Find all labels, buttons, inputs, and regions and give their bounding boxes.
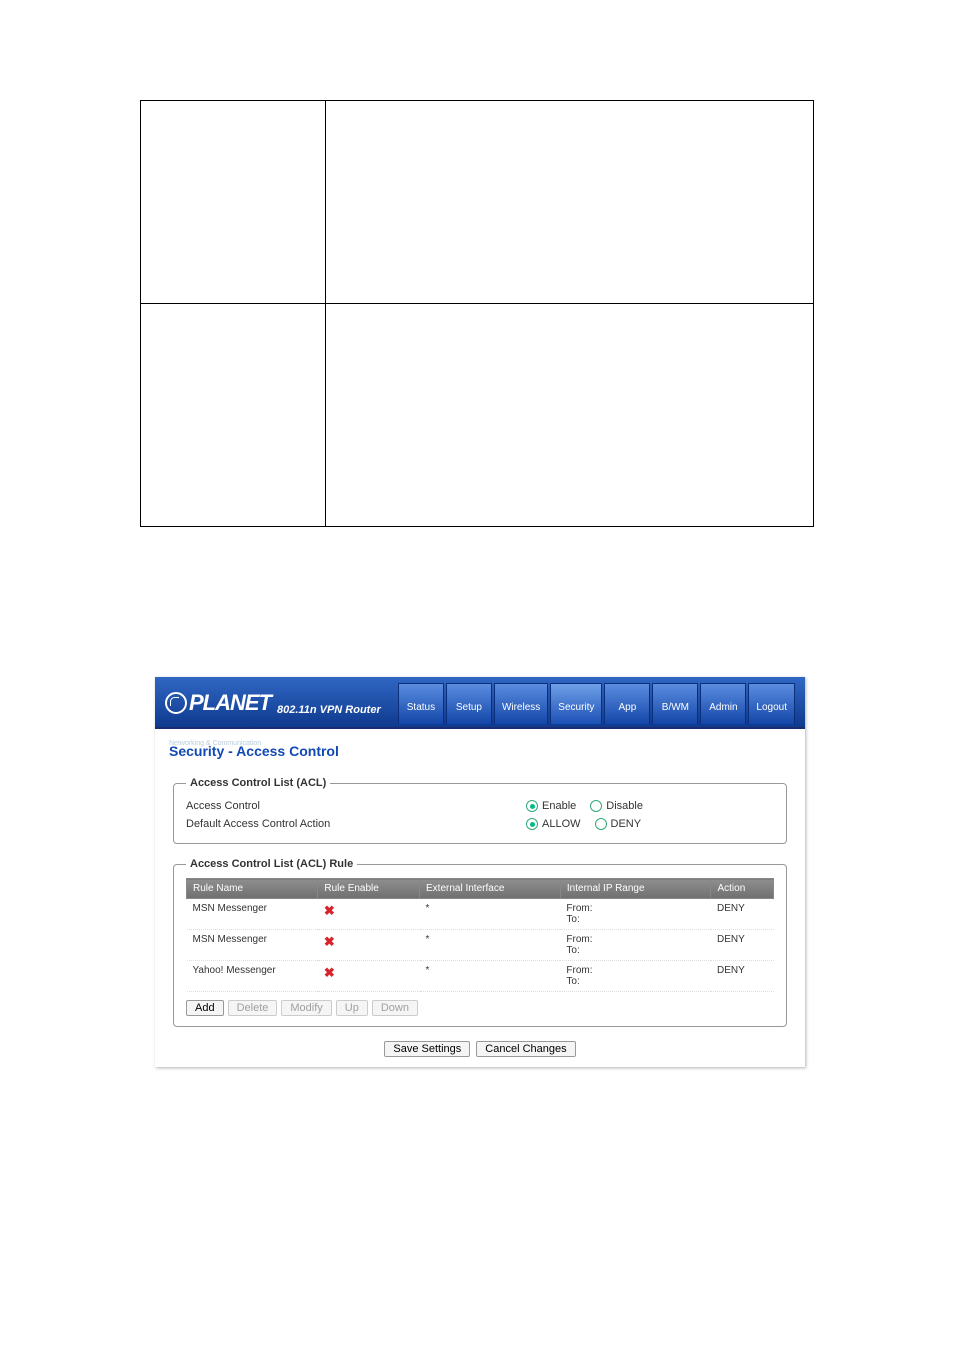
cell-external: * — [420, 961, 561, 992]
save-settings-button[interactable]: Save Settings — [384, 1041, 470, 1057]
ip-to-label: To: — [566, 914, 579, 925]
table-row[interactable]: Yahoo! Messenger ✖ * From: To: DENY — [187, 961, 774, 992]
col-external-interface: External Interface — [420, 879, 561, 899]
cell-external: * — [420, 930, 561, 961]
cell-action: DENY — [711, 930, 774, 961]
tab-admin[interactable]: Admin — [700, 683, 746, 724]
radio-allow-label: ALLOW — [542, 818, 581, 830]
brand-tagline: Networking & Communication — [169, 740, 261, 747]
x-icon: ✖ — [324, 965, 335, 980]
doc-table-cell-r2c1 — [141, 304, 326, 527]
cell-ip: From: To: — [560, 961, 711, 992]
x-icon: ✖ — [324, 903, 335, 918]
cell-name: MSN Messenger — [187, 930, 318, 961]
tab-security[interactable]: Security — [550, 683, 602, 724]
doc-top-table — [140, 100, 814, 527]
acl-rules-panel: Access Control List (ACL) Rule Rule Name… — [173, 858, 787, 1027]
cell-ip: From: To: — [560, 899, 711, 930]
cell-name: MSN Messenger — [187, 899, 318, 930]
tab-logout[interactable]: Logout — [748, 683, 795, 724]
cancel-changes-button[interactable]: Cancel Changes — [476, 1041, 575, 1057]
tab-bwm[interactable]: B/WM — [652, 683, 698, 724]
ip-to-label: To: — [566, 945, 579, 956]
cell-enable: ✖ — [318, 899, 420, 930]
globe-icon — [165, 692, 187, 714]
ip-from-label: From: — [566, 934, 592, 945]
acl-rules-legend: Access Control List (ACL) Rule — [186, 858, 357, 870]
tab-wireless[interactable]: Wireless — [494, 683, 548, 724]
col-action: Action — [711, 879, 774, 899]
table-row[interactable]: MSN Messenger ✖ * From: To: DENY — [187, 899, 774, 930]
acl-panel-legend: Access Control List (ACL) — [186, 777, 330, 789]
cell-ip: From: To: — [560, 930, 711, 961]
brand-logo: PLANET — [165, 690, 271, 716]
tab-setup[interactable]: Setup — [446, 683, 492, 724]
cell-enable: ✖ — [318, 961, 420, 992]
content-area: Security - Access Control Access Control… — [155, 729, 805, 1067]
radio-disable-label: Disable — [606, 800, 643, 812]
acl-panel: Access Control List (ACL) Access Control… — [173, 777, 787, 844]
modify-button[interactable]: Modify — [281, 1000, 331, 1016]
header-bar: PLANET Networking & Communication 802.11… — [155, 677, 805, 729]
cell-name: Yahoo! Messenger — [187, 961, 318, 992]
radio-deny-label: DENY — [611, 818, 642, 830]
radio-enable[interactable] — [526, 800, 538, 812]
radio-deny[interactable] — [595, 818, 607, 830]
label-access-control: Access Control — [186, 800, 526, 812]
doc-table-cell-r1c1 — [141, 101, 326, 304]
router-admin-panel: PLANET Networking & Communication 802.11… — [155, 677, 805, 1067]
down-button[interactable]: Down — [372, 1000, 418, 1016]
row-access-control: Access Control Enable Disable — [186, 797, 774, 815]
x-icon: ✖ — [324, 934, 335, 949]
brand-name: PLANET — [189, 690, 271, 716]
logo-block: PLANET Networking & Communication 802.11… — [165, 690, 381, 716]
up-button[interactable]: Up — [336, 1000, 368, 1016]
rules-header-row: Rule Name Rule Enable External Interface… — [187, 879, 774, 899]
col-rule-name: Rule Name — [187, 879, 318, 899]
tab-status[interactable]: Status — [398, 683, 444, 724]
label-default-action: Default Access Control Action — [186, 818, 526, 830]
row-default-action: Default Access Control Action ALLOW DENY — [186, 815, 774, 833]
delete-button[interactable]: Delete — [228, 1000, 278, 1016]
col-internal-ip-range: Internal IP Range — [560, 879, 711, 899]
cell-action: DENY — [711, 961, 774, 992]
radio-disable[interactable] — [590, 800, 602, 812]
table-row[interactable]: MSN Messenger ✖ * From: To: DENY — [187, 930, 774, 961]
bottom-buttons: Save Settings Cancel Changes — [165, 1041, 795, 1057]
ip-from-label: From: — [566, 965, 592, 976]
radio-allow[interactable] — [526, 818, 538, 830]
rules-table: Rule Name Rule Enable External Interface… — [186, 878, 774, 992]
cell-external: * — [420, 899, 561, 930]
add-button[interactable]: Add — [186, 1000, 224, 1016]
doc-table-cell-r1c2 — [326, 101, 814, 304]
ip-from-label: From: — [566, 903, 592, 914]
cell-action: DENY — [711, 899, 774, 930]
cell-enable: ✖ — [318, 930, 420, 961]
col-rule-enable: Rule Enable — [318, 879, 420, 899]
tab-app[interactable]: App — [604, 683, 650, 724]
radio-enable-label: Enable — [542, 800, 576, 812]
doc-table-cell-r2c2 — [326, 304, 814, 527]
ip-to-label: To: — [566, 976, 579, 987]
product-name: 802.11n VPN Router — [277, 704, 381, 716]
rules-buttons: Add Delete Modify Up Down — [186, 1000, 774, 1016]
nav-tabs: Status Setup Wireless Security App B/WM … — [398, 683, 795, 724]
